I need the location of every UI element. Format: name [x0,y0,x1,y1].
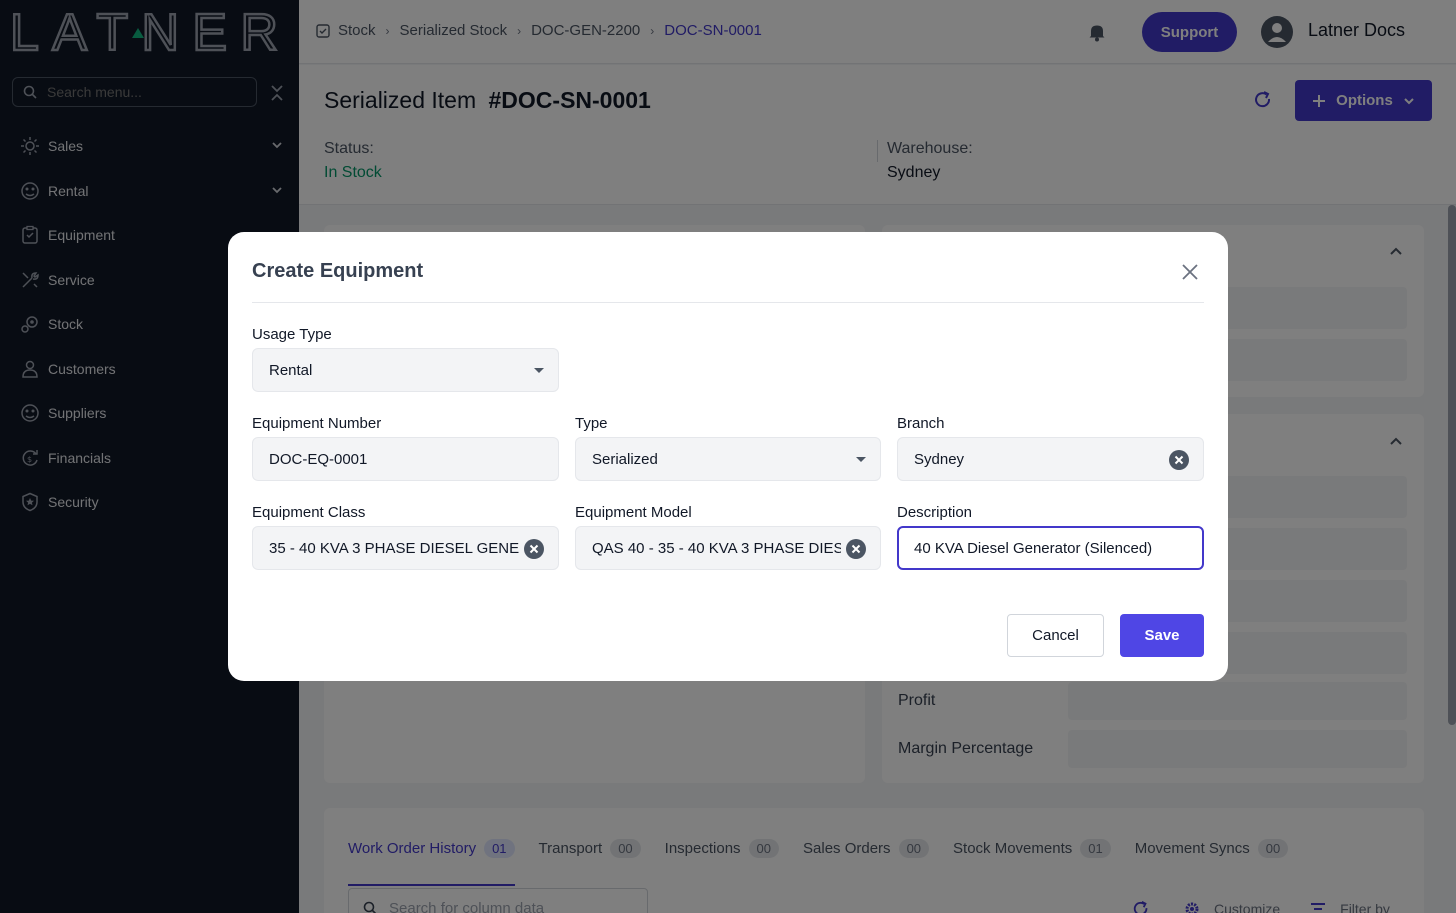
clear-icon[interactable] [524,539,544,559]
type-label: Type [575,415,608,432]
branch-label: Branch [897,415,945,432]
equipment-model-value: QAS 40 - 35 - 40 KVA 3 PHASE DIESEL GENE… [592,539,841,557]
clear-icon[interactable] [1169,450,1189,470]
cancel-button[interactable]: Cancel [1007,614,1104,657]
description-label: Description [897,504,973,521]
usage-type-label: Usage Type [252,326,332,343]
equipment-number-field[interactable]: DOC-EQ-0001 [252,437,559,481]
caret-down-icon [856,457,866,462]
type-value: Serialized [592,450,658,468]
equipment-number-label: Equipment Number [252,415,382,432]
equipment-model-label: Equipment Model [575,504,692,521]
caret-down-icon [534,368,544,373]
usage-type-value: Rental [269,361,313,379]
equipment-model-select[interactable]: QAS 40 - 35 - 40 KVA 3 PHASE DIESEL GENE… [575,526,881,570]
branch-value: Sydney [914,450,965,468]
save-label: Save [1144,627,1180,644]
modal-title: Create Equipment [252,260,424,282]
usage-type-select[interactable]: Rental [252,348,559,392]
description-value: 40 KVA Diesel Generator (Silenced) [914,539,1153,557]
equipment-class-select[interactable]: 35 - 40 KVA 3 PHASE DIESEL GENERATOR [252,526,559,570]
type-select[interactable]: Serialized [575,437,881,481]
create-equipment-modal: Create Equipment Usage Type Rental Equip… [228,232,1228,681]
cancel-label: Cancel [1032,627,1079,644]
close-icon[interactable] [1180,262,1200,282]
clear-icon[interactable] [846,539,866,559]
equipment-number-value: DOC-EQ-0001 [269,450,368,468]
description-field[interactable]: 40 KVA Diesel Generator (Silenced) [897,526,1204,570]
modal-divider [252,302,1204,303]
branch-select[interactable]: Sydney [897,437,1204,481]
equipment-class-value: 35 - 40 KVA 3 PHASE DIESEL GENERATOR [269,539,519,557]
equipment-class-label: Equipment Class [252,504,366,521]
save-button[interactable]: Save [1120,614,1204,657]
